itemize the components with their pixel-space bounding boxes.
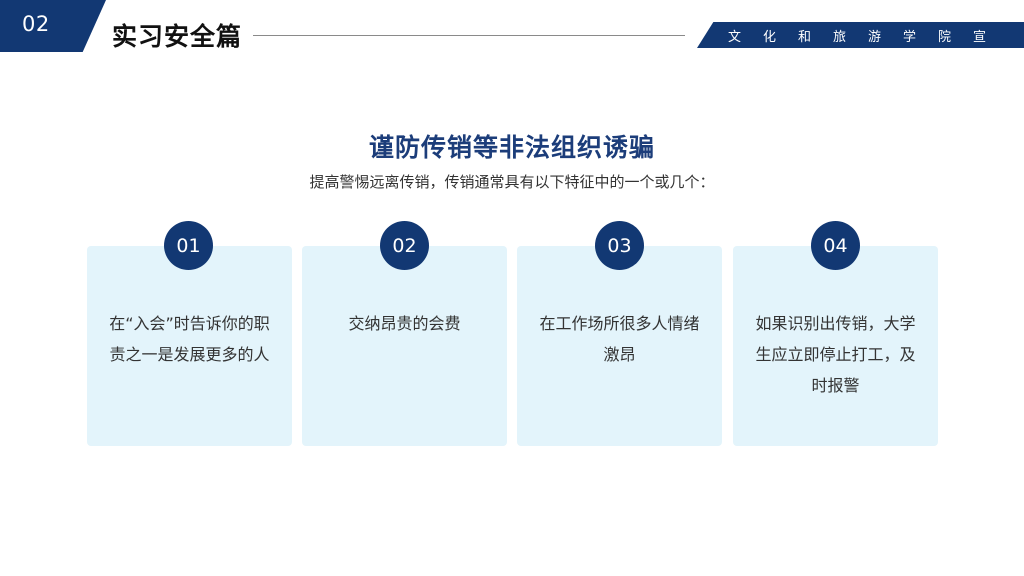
feature-number-badge-1: 01 [164,221,213,270]
feature-card-2 [302,246,507,446]
feature-text-1: 在“入会”时告诉你的职责之一是发展更多的人 [109,314,270,364]
feature-number-badge-2: 02 [380,221,429,270]
feature-number-badge-4: 04 [811,221,860,270]
feature-text-4: 如果识别出传销，大学生应立即停止打工，及时报警 [755,314,916,395]
header-divider [253,35,685,36]
feature-text-3: 在工作场所很多人情绪激昂 [539,314,700,364]
brand-text: 文化和旅游学院宣 [728,30,1009,45]
page-title: 谨防传销等非法组织诱骗 [368,133,655,162]
feature-text-2: 交纳昂贵的会费 [348,314,461,333]
feature-number-badge-3: 03 [595,221,644,270]
page-subtitle: 提高警惕远离传销，传销通常具有以下特征中的一个或几个： [309,173,715,191]
section-number: 02 [22,12,50,36]
section-title: 实习安全篇 [112,22,243,51]
section-number-tab [0,0,106,52]
